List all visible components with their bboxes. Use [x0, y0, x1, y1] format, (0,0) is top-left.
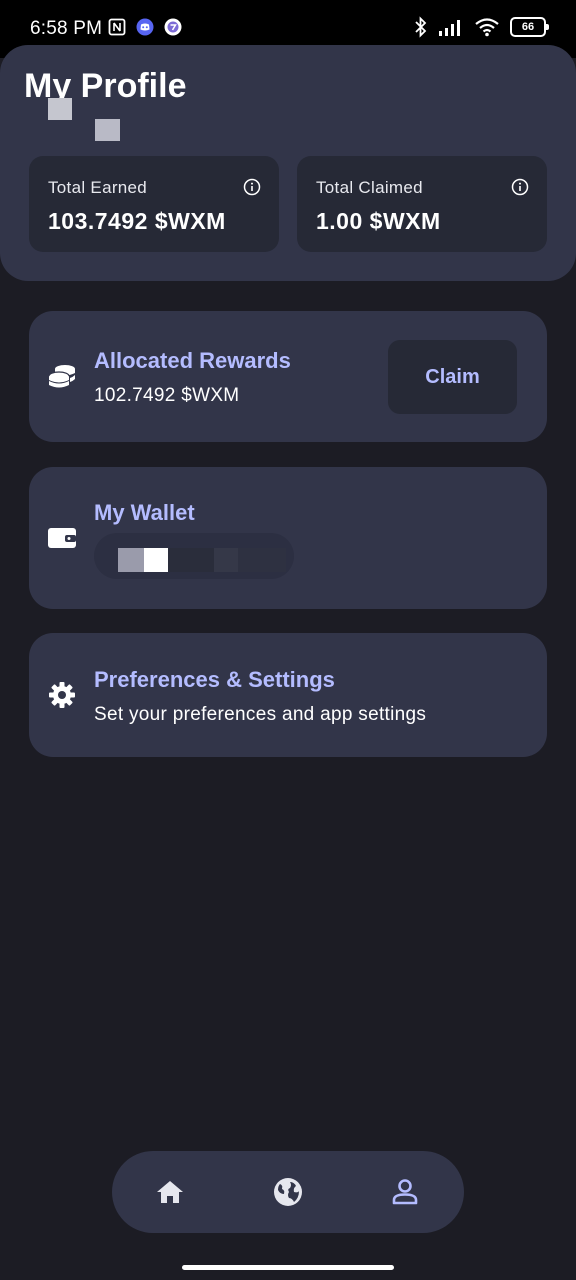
total-claimed-value: 1.00 $WXM: [316, 208, 441, 234]
wallet-icon: [48, 528, 76, 548]
rewards-value: 102.7492 $WXM: [94, 385, 240, 406]
redacted-block: [48, 98, 72, 120]
status-time: 6:58 PM: [30, 18, 103, 39]
nav-explorer[interactable]: [269, 1173, 307, 1211]
nav-home[interactable]: [151, 1173, 189, 1211]
bluetooth-icon: [415, 16, 427, 38]
signal-icon: [439, 20, 460, 36]
nav-profile[interactable]: [386, 1173, 424, 1211]
total-claimed-label: Total Claimed: [316, 178, 423, 197]
total-earned-card: Total Earned 103.7492 $WXM: [29, 156, 279, 252]
settings-title: Preferences & Settings: [94, 667, 335, 692]
discord-icon: [136, 18, 154, 36]
home-icon: [157, 1181, 183, 1203]
my-wallet-card[interactable]: My Wallet: [29, 467, 547, 609]
app-icon: [164, 18, 182, 36]
rewards-title: Allocated Rewards: [94, 348, 291, 373]
allocated-rewards-card: Allocated Rewards 102.7492 $WXM Claim: [29, 311, 547, 442]
wifi-icon: [475, 18, 499, 37]
bottom-nav: [112, 1151, 464, 1233]
home-indicator[interactable]: [182, 1265, 394, 1270]
total-earned-label: Total Earned: [48, 178, 148, 197]
redacted-block: [95, 119, 120, 141]
nfc-icon: [108, 18, 126, 36]
globe-icon: [274, 1178, 302, 1206]
info-icon[interactable]: [243, 178, 261, 196]
gear-icon: [49, 682, 75, 708]
battery-icon: 66: [510, 17, 549, 37]
profile-screen: 6:58 PM 66 My Profile Total Earned 103.7…: [0, 0, 576, 1280]
info-icon[interactable]: [511, 178, 529, 196]
total-claimed-card: Total Claimed 1.00 $WXM: [297, 156, 547, 252]
total-earned-value: 103.7492 $WXM: [48, 208, 226, 234]
preferences-settings-card[interactable]: Preferences & Settings Set your preferen…: [29, 633, 547, 757]
coins-icon: [48, 365, 75, 388]
profile-icon: [392, 1179, 418, 1205]
profile-header: My Profile Total Earned 103.7492 $WXM To…: [0, 45, 576, 281]
claim-button[interactable]: Claim: [388, 340, 517, 414]
wallet-address-redacted: [94, 533, 294, 579]
wallet-title: My Wallet: [94, 500, 195, 525]
settings-subtitle: Set your preferences and app settings: [94, 704, 427, 725]
